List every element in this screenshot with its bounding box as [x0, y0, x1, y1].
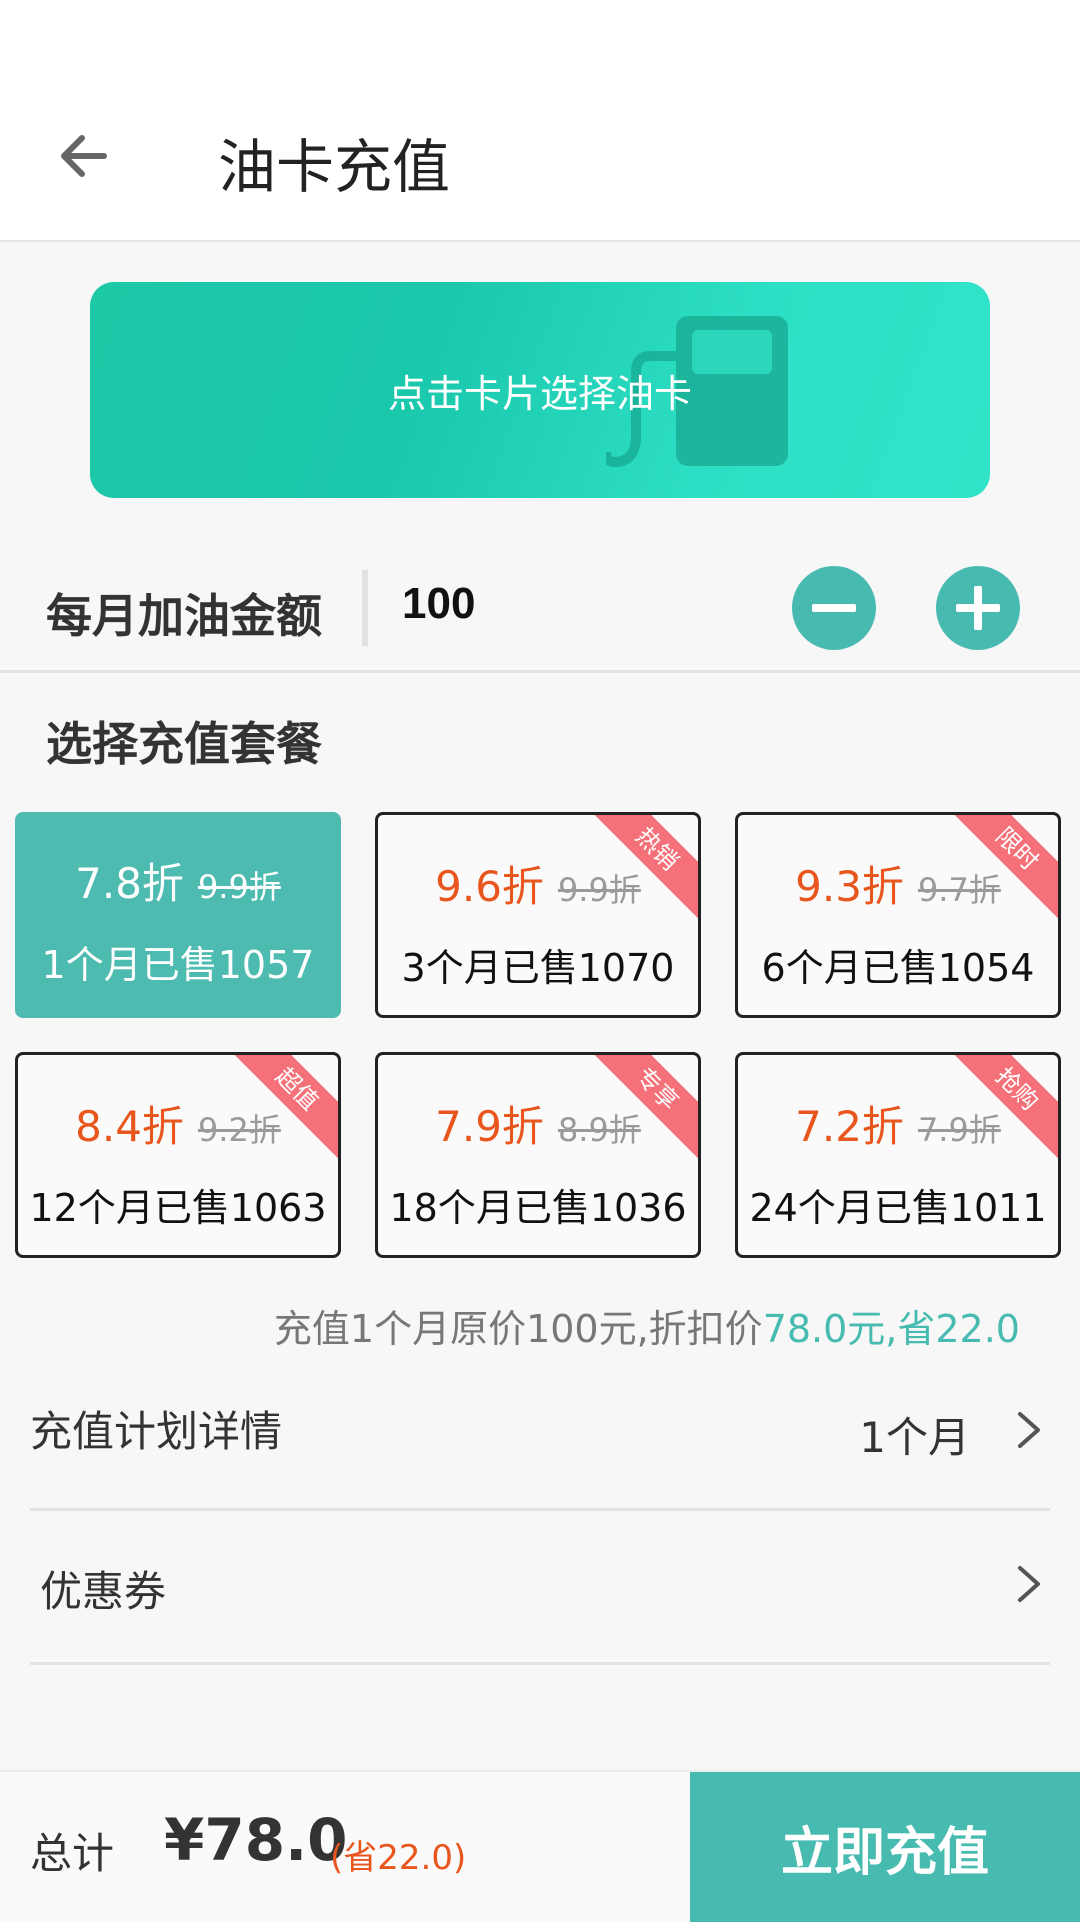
- minus-icon: [812, 604, 856, 612]
- plan-prices: 7.8折 9.9折: [15, 850, 341, 911]
- plan-sold-count: 3个月已售1070: [401, 946, 675, 990]
- plan-discount: 9.6折: [435, 862, 544, 911]
- total-price: ¥78.0: [164, 1806, 348, 1874]
- section-title: 选择充值套餐: [46, 717, 322, 771]
- plan-sold-count: 24个月已售1011: [749, 1186, 1047, 1230]
- coupon-row[interactable]: 优惠券: [30, 1508, 1050, 1665]
- plan-details-value: 1个月: [859, 1413, 970, 1462]
- plan-sold-count: 12个月已售1063: [29, 1186, 327, 1230]
- plan-details-row[interactable]: 充值计划详情 1个月: [30, 1348, 1050, 1511]
- total-label: 总计: [30, 1829, 115, 1878]
- plan-sold-count: 18个月已售1036: [389, 1186, 687, 1230]
- plan-card[interactable]: 7.2折 7.9折 24个月已售1011 抢购: [735, 1052, 1061, 1258]
- chevron-right-icon: [1018, 1566, 1040, 1602]
- divider: [362, 570, 368, 646]
- summary-prefix: 充值1个月原价100元,折扣价: [273, 1307, 763, 1351]
- plan-original-discount: 7.9折: [917, 1111, 1001, 1149]
- total-saving: (省22.0): [330, 1838, 467, 1878]
- plan-discount: 8.4折: [75, 1102, 184, 1151]
- recharge-now-button[interactable]: 立即充值: [690, 1772, 1080, 1922]
- plan-original-discount: 9.7折: [917, 871, 1001, 909]
- plan-card[interactable]: 8.4折 9.2折 12个月已售1063 超值: [15, 1052, 341, 1258]
- plan-card[interactable]: 7.9折 8.9折 18个月已售1036 专享: [375, 1052, 701, 1258]
- monthly-amount-label: 每月加油金额: [46, 589, 322, 643]
- plan-discount: 7.2折: [795, 1102, 904, 1151]
- plan-original-discount: 9.9折: [557, 871, 641, 909]
- increase-amount-button[interactable]: [936, 566, 1020, 650]
- chevron-right-icon: [1018, 1412, 1040, 1448]
- select-oil-card-banner[interactable]: 点击卡片选择油卡: [90, 282, 990, 498]
- monthly-amount-input[interactable]: [400, 578, 704, 630]
- plan-card[interactable]: 9.3折 9.7折 6个月已售1054 限时: [735, 812, 1061, 1018]
- summary-highlight: 78.0元,省22.0: [762, 1307, 1020, 1351]
- bottom-bar: 总计 ¥78.0 (省22.0) 立即充值: [0, 1770, 1080, 1922]
- top-bar: 油卡充值: [0, 0, 1080, 242]
- plan-card[interactable]: 7.8折 9.9折 1个月已售1057: [15, 812, 341, 1018]
- plan-sold-count: 6个月已售1054: [761, 946, 1035, 990]
- decrease-amount-button[interactable]: [792, 566, 876, 650]
- monthly-amount-row: 每月加油金额: [0, 560, 1080, 673]
- coupon-label: 优惠券: [40, 1567, 167, 1616]
- select-oil-card-text: 点击卡片选择油卡: [387, 371, 692, 416]
- price-summary: 充值1个月原价100元,折扣价78.0元,省22.0: [274, 1298, 1020, 1353]
- plan-card[interactable]: 9.6折 9.9折 3个月已售1070 热销: [375, 812, 701, 1018]
- plan-original-discount: 8.9折: [557, 1111, 641, 1149]
- plan-discount: 7.8折: [75, 859, 184, 908]
- plan-discount: 7.9折: [435, 1102, 544, 1151]
- plan-discount: 9.3折: [795, 862, 904, 911]
- back-arrow-icon[interactable]: [54, 126, 114, 186]
- plan-original-discount: 9.9折: [197, 868, 281, 906]
- page-title: 油卡充值: [218, 133, 451, 201]
- plan-original-discount: 9.2折: [197, 1111, 281, 1149]
- plan-sold-count: 1个月已售1057: [41, 943, 315, 987]
- plan-details-label: 充值计划详情: [30, 1407, 283, 1456]
